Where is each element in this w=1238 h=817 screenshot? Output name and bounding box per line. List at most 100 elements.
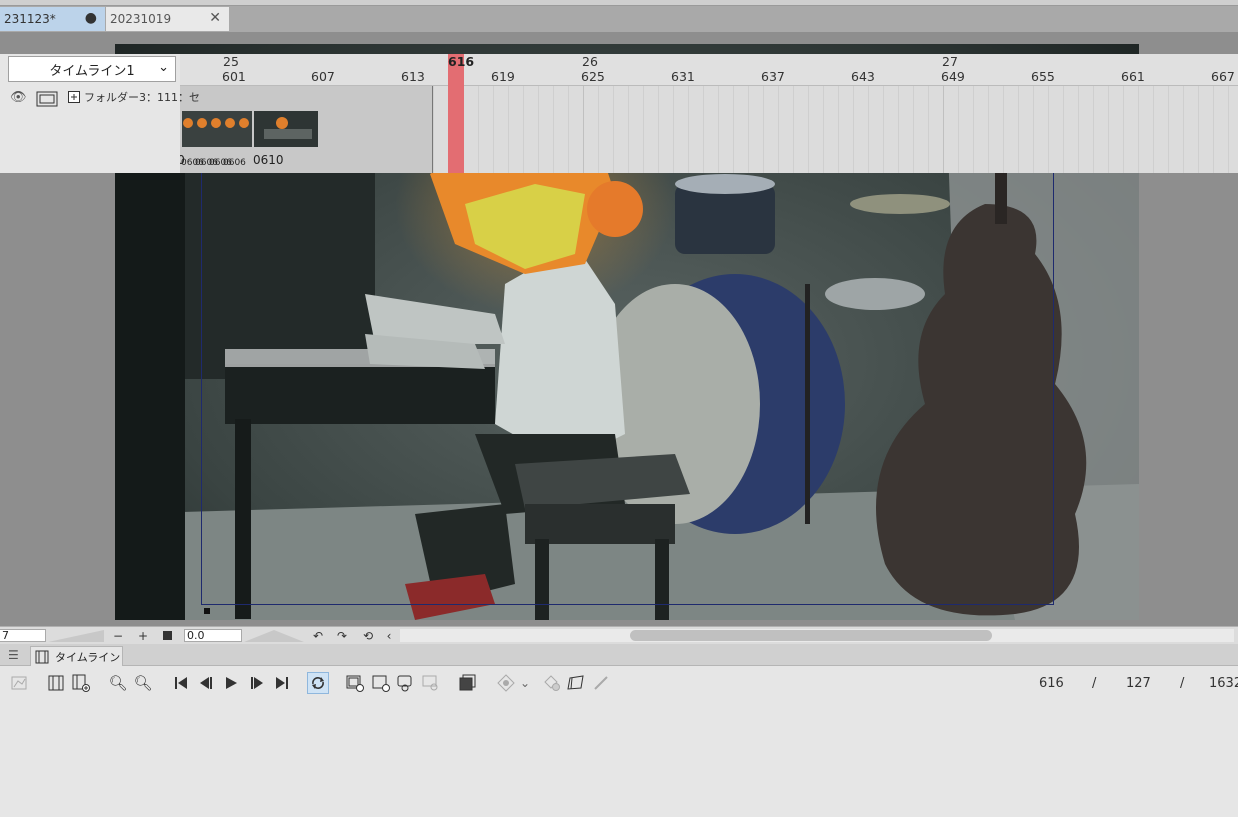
frame-column — [1033, 86, 1034, 173]
ruler-frame-label: 667 — [1211, 69, 1235, 84]
frame-column — [478, 86, 479, 173]
zoom-slider[interactable] — [48, 630, 104, 642]
frame-column — [673, 86, 674, 173]
frame-column — [553, 86, 554, 173]
new-animation-folder-button[interactable] — [344, 672, 366, 694]
new-cel-button[interactable] — [370, 672, 392, 694]
playhead-frame-label: 616 — [448, 54, 475, 69]
canvas-horizontal-scrollbar[interactable] — [400, 629, 1234, 642]
new-cel-icon — [372, 675, 390, 692]
ruler-second-label: 25 — [223, 54, 239, 69]
current-frame-counter: 616 — [1039, 676, 1064, 691]
tab-document-231123[interactable]: 231123* ● — [0, 7, 105, 31]
timeline-layer-list: タイムライン1 ⌄ 👁︎ — [0, 54, 180, 173]
zoom-out-icon: 🔍︎ — [108, 674, 128, 692]
next-frame-button[interactable] — [246, 672, 268, 694]
frame-column — [598, 86, 599, 173]
keyframe-interpolation-button[interactable] — [565, 672, 587, 694]
ruler-frame-label: 625 — [581, 69, 605, 84]
edit-timeline-icon — [11, 676, 27, 690]
rotation-value-field[interactable]: 0.0 — [184, 629, 242, 642]
chevron-down-icon: ⌄ — [158, 60, 169, 75]
timeline-panel-tabbar: ☰ タイムライン — [0, 644, 1238, 666]
ruler-frame-label: 601 — [222, 69, 246, 84]
timeline-selector-value: タイムライン1 — [49, 63, 135, 79]
frame-guide-handle[interactable] — [204, 608, 210, 614]
track-header[interactable]: フォルダー3：111：セ — [68, 86, 432, 108]
timeline-ruler[interactable]: 25 26 27 601 607 613 619 625 631 637 643… — [180, 54, 1238, 86]
frame-column — [958, 86, 959, 173]
fit-screen-button[interactable] — [160, 627, 176, 645]
frame-column — [883, 86, 884, 173]
scrollbar-thumb[interactable] — [630, 630, 992, 641]
unsaved-dot-icon: ● — [84, 10, 97, 26]
reset-rotation-button[interactable]: ⟲ — [360, 627, 376, 645]
frame-column — [868, 86, 869, 173]
scroll-left-button[interactable]: ‹ — [381, 627, 397, 645]
zoom-in-timeline-button[interactable]: 🔍︎ — [132, 672, 154, 694]
zoom-out-button[interactable]: − — [110, 627, 126, 645]
timeline-selector[interactable]: タイムライン1 ⌄ — [8, 56, 176, 82]
menu-icon[interactable]: ☰ — [8, 648, 19, 662]
playhead[interactable] — [448, 54, 464, 173]
pen-button[interactable] — [590, 672, 612, 694]
timeline-icon — [35, 650, 49, 663]
rotate-right-button[interactable]: ↷ — [334, 627, 350, 645]
camerawork-menu-button[interactable]: ⌄ — [517, 672, 533, 694]
frame-column — [1063, 86, 1064, 173]
loop-button[interactable] — [307, 672, 329, 694]
specify-cel-button[interactable] — [395, 672, 417, 694]
frame-column — [808, 86, 809, 173]
cel-label: 0606 — [223, 158, 246, 168]
rotation-slider[interactable] — [244, 630, 304, 642]
zoom-value-field[interactable]: 7 — [0, 629, 46, 642]
last-frame-button[interactable] — [271, 672, 293, 694]
new-timeline-icon — [72, 674, 90, 692]
tab-timeline[interactable]: タイムライン — [30, 646, 123, 666]
zoom-in-button[interactable]: + — [135, 627, 151, 645]
ruler-frame-label: 643 — [851, 69, 875, 84]
frame-column — [568, 86, 569, 173]
ruler-frame-label: 661 — [1121, 69, 1145, 84]
cel-thumbnails — [182, 111, 318, 147]
frame-column — [433, 86, 434, 173]
chevron-left-icon: ‹ — [386, 629, 392, 643]
end-frame-counter: 127 — [1126, 676, 1151, 691]
eye-icon[interactable]: 👁︎ — [10, 90, 27, 105]
zoom-out-timeline-button[interactable]: 🔍︎ — [107, 672, 129, 694]
onion-skin-button[interactable] — [457, 672, 479, 694]
play-button[interactable] — [220, 672, 242, 694]
frame-column — [718, 86, 719, 173]
frame-column — [628, 86, 629, 173]
frame-column — [523, 86, 524, 173]
zoom-in-icon: 🔍︎ — [133, 674, 153, 692]
frame-column — [1213, 86, 1214, 173]
edit-timeline-button[interactable] — [8, 672, 30, 694]
ruler-frame-label: 631 — [671, 69, 695, 84]
onion-skin-icon — [459, 674, 476, 691]
ruler-frame-label: 613 — [401, 69, 425, 84]
first-frame-button[interactable] — [170, 672, 192, 694]
prev-frame-button[interactable] — [195, 672, 217, 694]
new-timeline-button[interactable] — [70, 672, 92, 694]
tab-label: 231123* — [4, 12, 56, 26]
frame-column — [913, 86, 914, 173]
frame-column — [508, 86, 509, 173]
timeline-icon — [48, 675, 64, 691]
frame-column — [688, 86, 689, 173]
last-frame-icon — [276, 677, 288, 689]
frame-column — [898, 86, 899, 173]
next-frame-icon — [251, 677, 263, 689]
frame-column — [613, 86, 614, 173]
timeline-view-button[interactable] — [45, 672, 67, 694]
folder-icon — [36, 91, 58, 107]
tab-document-20231019[interactable]: 20231019 ✕ — [106, 7, 229, 31]
close-icon[interactable]: ✕ — [209, 10, 221, 26]
rotate-left-button[interactable]: ↶ — [310, 627, 326, 645]
keyframe-button[interactable] — [541, 672, 563, 694]
expand-icon[interactable] — [68, 91, 80, 103]
timeline-panel: ☰ タイムライン 🔍︎ 🔍︎ ⌄ 616 / 127 / 1632 — [0, 644, 1238, 817]
stop-square-icon — [163, 631, 172, 640]
delete-cel-button[interactable] — [420, 672, 442, 694]
enable-camerawork-button[interactable] — [495, 672, 517, 694]
